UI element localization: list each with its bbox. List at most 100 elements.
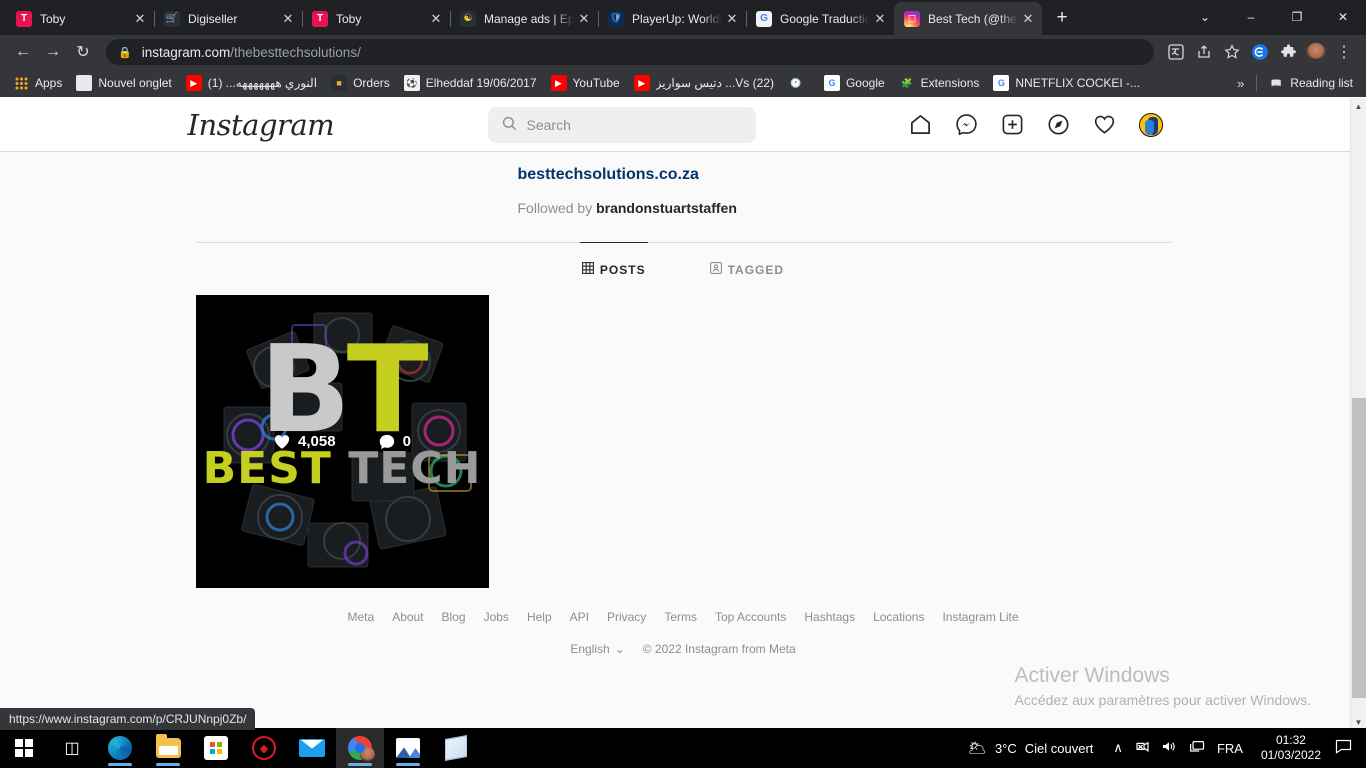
instagram-logo[interactable]: Instagram — [188, 108, 488, 142]
tab-close-icon[interactable]: ✕ — [428, 11, 444, 27]
bookmark-item[interactable]: Nouvel onglet — [69, 71, 178, 95]
footer-link-jobs[interactable]: Jobs — [484, 610, 509, 624]
tab-close-icon[interactable]: ✕ — [872, 11, 888, 27]
edge-icon — [108, 736, 132, 760]
bookmark-item[interactable]: 🧩 Extensions — [892, 71, 987, 95]
browser-tab[interactable]: ☯ Manage ads | Epi ✕ — [450, 2, 599, 35]
profile-body: besttechsolutions.co.za Followed by bran… — [195, 166, 1171, 656]
messenger-icon[interactable] — [955, 113, 979, 137]
notifications-icon[interactable] — [1329, 739, 1362, 758]
tab-close-icon[interactable]: ✕ — [576, 11, 592, 27]
bookmark-apps[interactable]: Apps — [6, 71, 69, 95]
post-thumbnail[interactable]: BT BEST TECH 4,058 0 — [195, 295, 489, 588]
browser-tab[interactable]: G Google Traductio ✕ — [746, 2, 895, 35]
followed-by-user[interactable]: brandonstuartstaffen — [596, 200, 737, 216]
reading-list-button[interactable]: 📖 Reading list — [1261, 71, 1360, 95]
microsoft-store-button[interactable] — [192, 728, 240, 768]
bookmark-item[interactable]: 🕐 — [781, 71, 817, 95]
bookmark-item[interactable]: ▶ دتيس سواريز ...Vs (22) — [627, 71, 781, 95]
chrome-button[interactable] — [336, 728, 384, 768]
profile-avatar-icon[interactable] — [1302, 37, 1330, 67]
browser-tab[interactable]: 🛒 Digiseller ✕ — [154, 2, 303, 35]
footer-link-terms[interactable]: Terms — [664, 610, 697, 624]
bookmark-item[interactable]: ■ Orders — [324, 71, 397, 95]
footer-link-privacy[interactable]: Privacy — [607, 610, 646, 624]
network-icon[interactable] — [1135, 740, 1150, 756]
translate-icon[interactable] — [1162, 37, 1190, 67]
tab-search-icon[interactable]: ⌄ — [1182, 0, 1228, 33]
footer-link-hashtags[interactable]: Hashtags — [804, 610, 855, 624]
youtube-icon: ▶ — [185, 75, 202, 91]
tab-close-icon[interactable]: ✕ — [280, 11, 296, 27]
close-window-button[interactable]: ✕ — [1320, 0, 1366, 33]
maximize-button[interactable]: ❐ — [1274, 0, 1320, 33]
share-icon[interactable] — [1190, 37, 1218, 67]
store-icon — [204, 736, 228, 760]
toby-icon: T — [312, 10, 328, 27]
tray-overflow-icon[interactable]: ∧ — [1113, 740, 1123, 756]
scroll-up-arrow-icon[interactable]: ▲ — [1351, 98, 1366, 114]
task-view-button[interactable]: ◫ — [48, 728, 96, 768]
forward-icon[interactable]: → — [38, 37, 68, 67]
footer-link-top-accounts[interactable]: Top Accounts — [715, 610, 786, 624]
extension-blue-icon[interactable] — [1246, 37, 1274, 67]
footer-link-about[interactable]: About — [392, 610, 423, 624]
footer-link-instagram-lite[interactable]: Instagram Lite — [942, 610, 1018, 624]
browser-tab[interactable]: T Toby ✕ — [302, 2, 451, 35]
photos-button[interactable] — [384, 728, 432, 768]
bookmark-item[interactable]: ⚽ Elheddaf 19/06/2017 — [397, 71, 544, 95]
new-post-icon[interactable] — [1001, 113, 1025, 137]
browser-tab-active[interactable]: ◻ Best Tech (@theb ✕ — [894, 2, 1042, 35]
weather-widget[interactable]: 🌥 3°C Ciel couvert — [958, 739, 1104, 757]
activity-heart-icon[interactable] — [1093, 113, 1117, 137]
start-button[interactable] — [0, 728, 48, 768]
display-icon[interactable] — [1189, 740, 1205, 756]
tab-tagged[interactable]: TAGGED — [708, 243, 786, 296]
tab-posts[interactable]: POSTS — [579, 242, 648, 296]
address-bar[interactable]: 🔒 instagram.com/thebesttechsolutions/ — [106, 39, 1154, 65]
bookmark-item[interactable]: ▶ YouTube — [544, 71, 627, 95]
scrollbar-thumb[interactable] — [1352, 398, 1366, 698]
file-explorer-button[interactable] — [144, 728, 192, 768]
status-bar-url: https://www.instagram.com/p/CRJUNnpj0Zb/ — [0, 708, 256, 730]
browser-tab[interactable]: T Toby ✕ — [6, 2, 155, 35]
minimize-button[interactable]: – — [1228, 0, 1274, 33]
volume-icon[interactable] — [1162, 740, 1177, 756]
bookmarks-overflow-icon[interactable]: » — [1229, 76, 1252, 91]
mail-button[interactable] — [288, 728, 336, 768]
back-icon[interactable]: ← — [8, 37, 38, 67]
footer-link-locations[interactable]: Locations — [873, 610, 924, 624]
notepad-button[interactable] — [432, 728, 480, 768]
bookmark-item[interactable]: G Google — [817, 71, 892, 95]
footer-link-help[interactable]: Help — [527, 610, 552, 624]
taskbar-clock[interactable]: 01:32 01/03/2022 — [1253, 733, 1329, 763]
bookmark-item[interactable]: ▶ النوري هههههههه... (1) — [179, 71, 324, 95]
tab-close-icon[interactable]: ✕ — [1020, 11, 1036, 27]
search-input[interactable]: Search — [487, 106, 756, 143]
footer-link-blog[interactable]: Blog — [442, 610, 466, 624]
page-scrollbar[interactable]: ▲ ▼ — [1350, 98, 1366, 730]
more-menu-icon[interactable]: ⋮ — [1330, 37, 1358, 67]
edge-button[interactable] — [96, 728, 144, 768]
bookmark-star-icon[interactable] — [1218, 37, 1246, 67]
avatar — [1306, 42, 1326, 62]
tab-close-icon[interactable]: ✕ — [132, 11, 148, 27]
new-tab-button[interactable]: + — [1048, 4, 1076, 32]
profile-website-link[interactable]: besttechsolutions.co.za — [196, 166, 1171, 184]
reload-icon[interactable]: ↻ — [68, 37, 98, 67]
language-selector[interactable]: English ⌄ — [570, 642, 624, 656]
browser-tab[interactable]: 🛡 PlayerUp: Worlds ✕ — [598, 2, 747, 35]
profile-avatar[interactable] — [1138, 112, 1163, 137]
watermark-title: Activer Windows — [1014, 664, 1170, 687]
url-path: /thebesttechsolutions/ — [230, 44, 361, 60]
bookmark-item[interactable]: G NNETFLIX COCKEI -... — [986, 71, 1147, 95]
tab-close-icon[interactable]: ✕ — [724, 11, 740, 27]
instagram-footer: Meta About Blog Jobs Help API Privacy Te… — [196, 588, 1171, 656]
footer-link-meta[interactable]: Meta — [348, 610, 375, 624]
home-icon[interactable] — [909, 113, 933, 137]
ccleaner-button[interactable]: ◆ — [240, 728, 288, 768]
footer-link-api[interactable]: API — [570, 610, 589, 624]
language-indicator[interactable]: FRA — [1217, 741, 1243, 756]
extensions-puzzle-icon[interactable] — [1274, 37, 1302, 67]
explore-compass-icon[interactable] — [1047, 113, 1071, 137]
